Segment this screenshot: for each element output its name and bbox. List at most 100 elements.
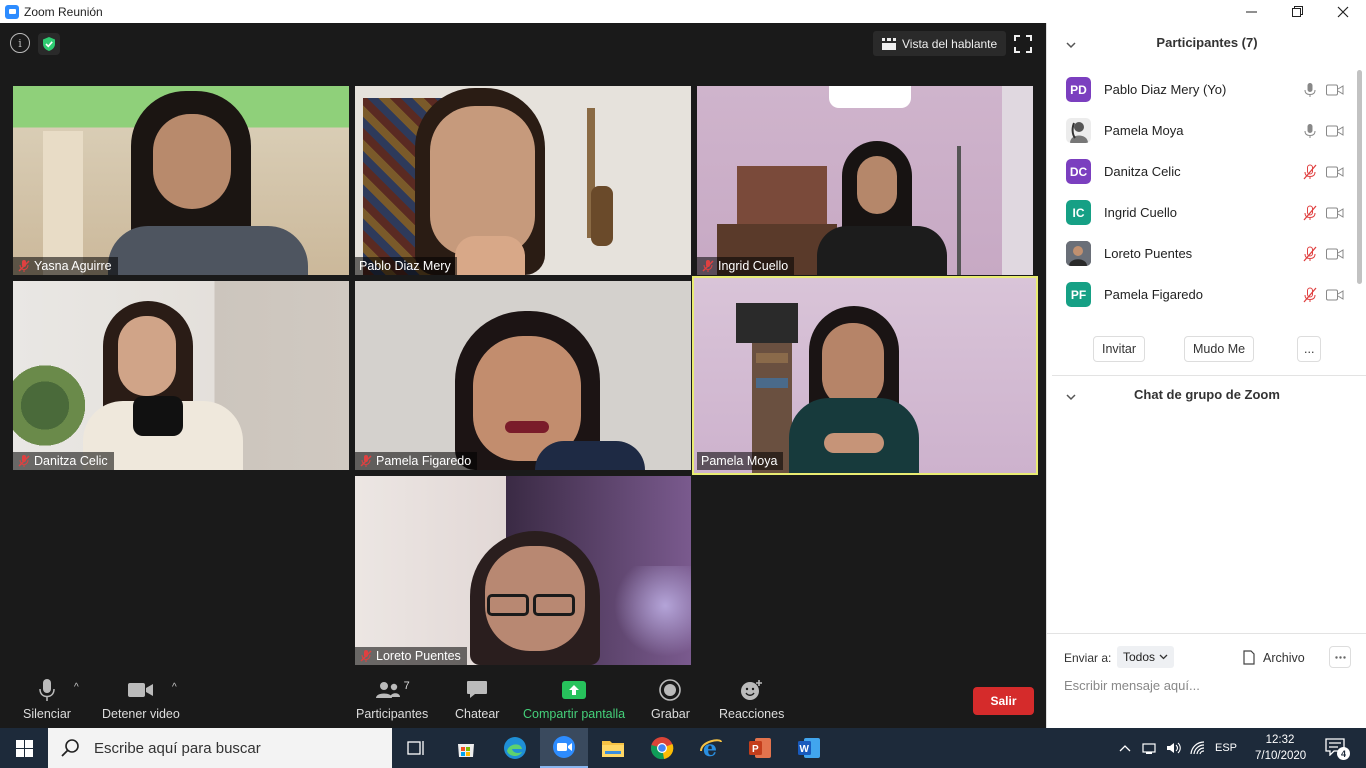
participants-scrollbar[interactable] xyxy=(1357,70,1362,284)
language-indicator[interactable]: ESP xyxy=(1215,742,1237,754)
record-button[interactable]: Grabar xyxy=(651,678,690,721)
speaker-view-button[interactable]: Vista del hablante xyxy=(873,31,1007,56)
leave-meeting-button[interactable]: Salir xyxy=(973,687,1034,715)
avatar: IC xyxy=(1066,200,1091,225)
wifi-icon[interactable] xyxy=(1189,741,1207,755)
avatar: PD xyxy=(1066,77,1091,102)
chrome-app-button[interactable] xyxy=(638,728,686,768)
participant-row[interactable]: IC Ingrid Cuello xyxy=(1047,192,1357,233)
participant-name: Ingrid Cuello xyxy=(718,259,789,273)
share-screen-button[interactable]: Compartir pantalla xyxy=(523,678,625,721)
muted-mic-icon[interactable] xyxy=(1303,205,1317,221)
start-button[interactable] xyxy=(0,728,48,768)
microphone-icon[interactable] xyxy=(1303,82,1317,98)
restore-button[interactable] xyxy=(1274,0,1320,23)
more-options-button[interactable]: ... xyxy=(1297,336,1322,362)
microsoft-store-icon xyxy=(458,744,474,757)
internet-explorer-icon: e xyxy=(700,736,722,760)
participants-icon xyxy=(375,682,400,698)
recipient-select[interactable]: Todos xyxy=(1117,646,1175,668)
word-app-button[interactable]: W xyxy=(785,728,833,768)
powerpoint-app-button[interactable]: P xyxy=(736,728,784,768)
taskbar-clock[interactable]: 12:32 7/10/2020 xyxy=(1255,732,1306,764)
participants-button[interactable]: 7 Participantes xyxy=(356,678,428,721)
avatar: DC xyxy=(1066,159,1091,184)
participants-list: PD Pablo Diaz Mery (Yo) Pamela Moya DC D… xyxy=(1047,69,1357,315)
avatar: PF xyxy=(1066,282,1091,307)
action-center-button[interactable]: 4 xyxy=(1325,738,1350,760)
video-tile[interactable]: Pablo Diaz Mery xyxy=(355,86,691,275)
chevron-down-icon[interactable] xyxy=(1065,391,1077,403)
mute-label: Silenciar xyxy=(23,707,71,721)
muted-mic-icon xyxy=(360,455,372,467)
video-camera-icon[interactable] xyxy=(1326,166,1344,178)
video-tile-active-speaker[interactable]: Pamela Moya xyxy=(692,276,1038,475)
video-feed xyxy=(694,278,1036,473)
internet-explorer-button[interactable]: e xyxy=(687,728,735,768)
reactions-button[interactable]: Reacciones xyxy=(719,678,784,721)
video-camera-icon[interactable] xyxy=(1326,207,1344,219)
stop-video-button[interactable]: Detener video xyxy=(102,678,180,721)
video-camera-icon[interactable] xyxy=(1326,125,1344,137)
taskbar-search[interactable]: Escribe aquí para buscar xyxy=(48,728,392,768)
store-app-button[interactable] xyxy=(442,728,490,768)
video-feed xyxy=(355,476,691,665)
participant-name-tag: Ingrid Cuello xyxy=(697,257,795,275)
mute-button[interactable]: Silenciar xyxy=(23,678,71,721)
chevron-up-icon[interactable] xyxy=(1118,743,1132,753)
zoom-app-button[interactable] xyxy=(540,728,588,768)
participant-row[interactable]: Loreto Puentes xyxy=(1047,233,1357,274)
invite-button[interactable]: Invitar xyxy=(1093,336,1146,362)
send-to-label: Enviar a: xyxy=(1064,651,1112,665)
clock-time: 12:32 xyxy=(1265,734,1295,746)
info-icon[interactable]: i xyxy=(10,33,30,53)
close-button[interactable] xyxy=(1320,0,1366,23)
video-camera-icon[interactable] xyxy=(1326,248,1344,260)
muted-mic-icon[interactable] xyxy=(1303,287,1317,303)
task-view-icon xyxy=(407,741,424,755)
network-icon[interactable] xyxy=(1141,741,1159,755)
mute-me-button[interactable]: Mudo Me xyxy=(1184,336,1255,362)
encryption-shield-icon[interactable] xyxy=(38,33,60,55)
muted-mic-icon[interactable] xyxy=(1303,246,1317,262)
video-tile[interactable]: Danitza Celic xyxy=(13,281,349,470)
chevron-down-icon[interactable] xyxy=(1065,39,1077,51)
participant-row[interactable]: PF Pamela Figaredo xyxy=(1047,274,1357,315)
video-tile[interactable]: Yasna Aguirre xyxy=(13,86,349,275)
video-camera-icon[interactable] xyxy=(1326,84,1344,96)
video-tile[interactable]: Loreto Puentes xyxy=(355,476,691,665)
video-tile[interactable]: Pamela Figaredo xyxy=(355,281,691,470)
fullscreen-icon[interactable] xyxy=(1014,35,1032,53)
volume-icon[interactable] xyxy=(1165,741,1183,755)
participant-row-name: Loreto Puentes xyxy=(1104,246,1193,261)
chat-button[interactable]: Chatear xyxy=(455,678,499,721)
microphone-icon[interactable] xyxy=(1303,123,1317,139)
chat-message-input[interactable] xyxy=(1064,678,1349,693)
participant-name-tag: Loreto Puentes xyxy=(355,647,467,665)
audio-options-chevron-icon[interactable]: ^ xyxy=(74,682,79,693)
participant-row[interactable]: DC Danitza Celic xyxy=(1047,151,1357,192)
file-explorer-button[interactable] xyxy=(589,728,637,768)
notification-count-badge: 4 xyxy=(1337,747,1350,760)
video-options-chevron-icon[interactable]: ^ xyxy=(172,682,177,693)
word-icon: W xyxy=(798,738,820,758)
chat-more-button[interactable] xyxy=(1329,646,1351,668)
file-button[interactable]: Archivo xyxy=(1243,650,1305,665)
participant-name-tag: Danitza Celic xyxy=(13,452,114,470)
edge-app-button[interactable] xyxy=(491,728,539,768)
video-camera-icon[interactable] xyxy=(1326,289,1344,301)
folder-icon xyxy=(602,741,624,757)
task-view-button[interactable] xyxy=(392,728,440,768)
participant-row[interactable]: PD Pablo Diaz Mery (Yo) xyxy=(1047,69,1357,110)
window-title: Zoom Reunión xyxy=(24,4,103,19)
video-tile[interactable]: Ingrid Cuello xyxy=(697,86,1033,275)
minimize-button[interactable] xyxy=(1228,0,1274,23)
participants-panel-title: Participantes (7) xyxy=(1156,35,1258,50)
participant-row-name: Pamela Figaredo xyxy=(1104,287,1203,302)
file-label: Archivo xyxy=(1263,650,1305,665)
participant-name: Pablo Diaz Mery xyxy=(359,259,451,273)
muted-mic-icon[interactable] xyxy=(1303,164,1317,180)
chat-panel-title: Chat de grupo de Zoom xyxy=(1134,387,1280,402)
video-camera-icon xyxy=(127,683,153,697)
participant-row[interactable]: Pamela Moya xyxy=(1047,110,1357,151)
